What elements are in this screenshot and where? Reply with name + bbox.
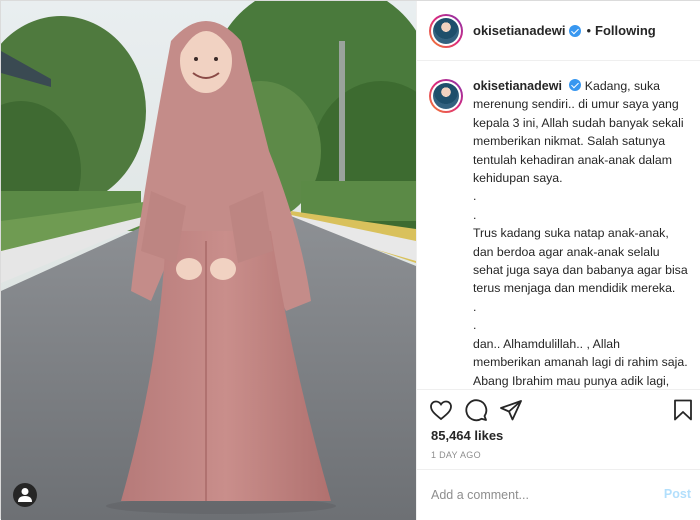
avatar[interactable] bbox=[429, 13, 463, 48]
separator-dot: • bbox=[586, 23, 592, 38]
photo-scene bbox=[1, 1, 416, 520]
verified-badge-icon bbox=[569, 79, 582, 91]
post-photo[interactable] bbox=[1, 1, 416, 520]
comment-icon[interactable] bbox=[464, 398, 488, 422]
post-timestamp[interactable]: 1 DAY AGO bbox=[431, 450, 481, 460]
heart-icon[interactable] bbox=[429, 398, 453, 422]
caption-block: okisetianadewi Kadang, suka merenung sen… bbox=[473, 77, 690, 389]
caption-avatar[interactable] bbox=[429, 79, 463, 113]
post-header: okisetianadewi • Following bbox=[417, 1, 700, 61]
avatar-image bbox=[433, 83, 459, 109]
heart-glyph bbox=[430, 400, 452, 421]
caption-section: okisetianadewi Kadang, suka merenung sen… bbox=[417, 61, 700, 389]
comment-input[interactable] bbox=[431, 488, 651, 502]
verified-badge-icon bbox=[569, 24, 582, 37]
action-bar bbox=[417, 389, 700, 429]
caption-text: Kadang, suka merenung sendiri.. di umur … bbox=[473, 79, 688, 388]
likes-count[interactable]: 85,464 likes bbox=[431, 428, 503, 443]
user-tag-icon[interactable] bbox=[13, 483, 37, 507]
post-sidebar: okisetianadewi • Following okisetianadew… bbox=[416, 1, 700, 520]
share-glyph bbox=[500, 400, 522, 421]
avatar-ring bbox=[431, 15, 461, 46]
header-username[interactable]: okisetianadewi bbox=[473, 23, 565, 38]
bookmark-icon[interactable] bbox=[671, 398, 695, 422]
comment-glyph bbox=[465, 399, 488, 422]
bookmark-glyph bbox=[674, 399, 692, 421]
caption-username[interactable]: okisetianadewi bbox=[473, 79, 562, 93]
instagram-post: okisetianadewi • Following okisetianadew… bbox=[0, 0, 700, 520]
avatar-image bbox=[433, 17, 459, 44]
person-glyph bbox=[18, 488, 32, 502]
post-comment-button[interactable]: Post bbox=[664, 487, 691, 501]
following-button[interactable]: Following bbox=[595, 23, 656, 38]
comment-bar: Post bbox=[417, 469, 700, 520]
share-icon[interactable] bbox=[499, 398, 523, 422]
avatar-ring bbox=[431, 81, 461, 111]
